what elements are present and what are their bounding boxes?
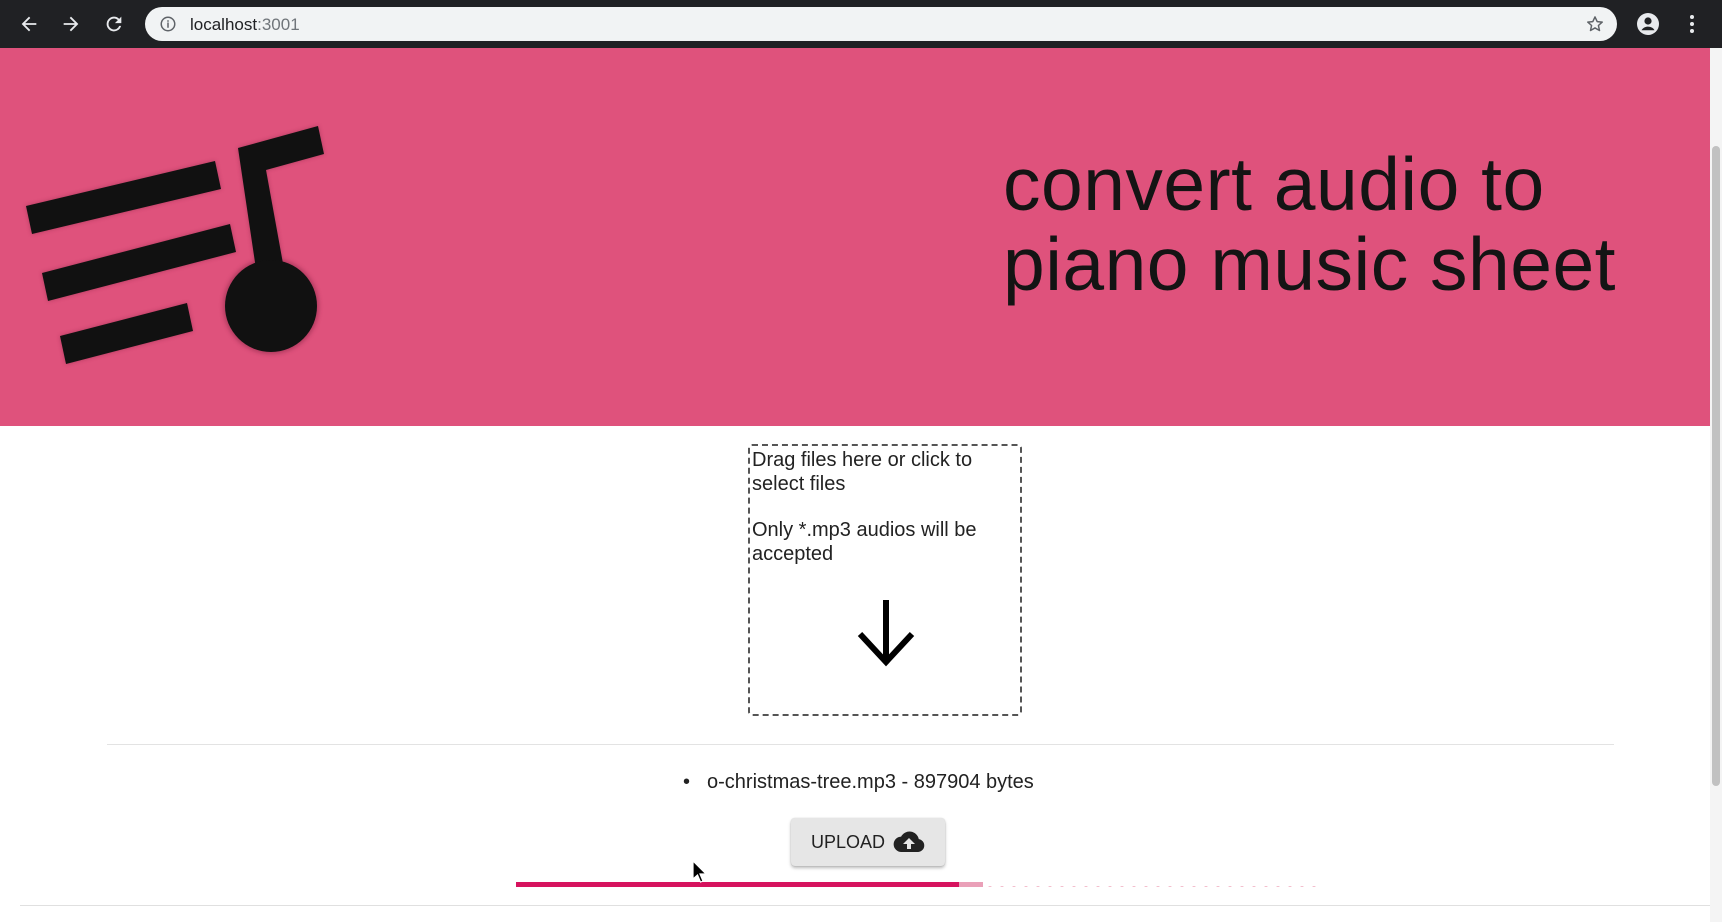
bullet: •	[683, 771, 691, 793]
dropzone-instruction: Drag files here or click to select files	[752, 449, 973, 495]
title-line-2: piano music sheet	[1003, 222, 1617, 306]
account-icon[interactable]	[1636, 12, 1660, 36]
list-item: • o-christmas-tree.mp3 - 897904 bytes	[683, 771, 1034, 794]
hero-banner: convert audio to piano music sheet	[0, 48, 1710, 426]
address-bar[interactable]: localhost:3001	[145, 7, 1617, 41]
arrow-left-icon	[21, 16, 37, 32]
progress-buffer	[959, 882, 984, 887]
arrow-right-icon	[63, 16, 79, 32]
progress-fill	[516, 882, 960, 887]
title-line-1: convert audio to	[1003, 142, 1545, 226]
scrollbar-thumb[interactable]	[1712, 146, 1720, 786]
upload-button[interactable]: UPLOAD	[791, 818, 945, 866]
file-list: • o-christmas-tree.mp3 - 897904 bytes	[683, 771, 1034, 794]
file-label: o-christmas-tree.mp3 - 897904 bytes	[707, 771, 1034, 793]
url-text: localhost:3001	[190, 15, 300, 35]
dropzone-accept-note: Only *.mp3 audios will be accepted	[752, 519, 977, 565]
divider	[107, 744, 1614, 745]
reload-icon	[106, 16, 122, 32]
page-title: convert audio to piano music sheet	[1003, 144, 1703, 304]
more-vert-icon[interactable]	[1680, 12, 1704, 36]
forward-button[interactable]	[57, 10, 85, 38]
browser-toolbar: localhost:3001	[0, 0, 1722, 48]
star-icon[interactable]	[1585, 14, 1605, 34]
url-port: :3001	[257, 15, 300, 34]
info-icon[interactable]	[159, 15, 177, 33]
upload-button-label: UPLOAD	[810, 831, 886, 852]
bottom-divider	[20, 905, 1710, 906]
mouse-cursor-icon	[692, 860, 708, 883]
music-sheet-logo-icon	[26, 126, 324, 364]
file-dropzone[interactable]: Drag files here or click to select files…	[748, 444, 1022, 716]
arrow-down-icon	[857, 600, 915, 667]
reload-button[interactable]	[100, 10, 128, 38]
url-host: localhost	[190, 15, 258, 34]
upload-progress-bar	[516, 882, 1322, 888]
back-button[interactable]	[15, 10, 43, 38]
page-scrollbar[interactable]	[1710, 48, 1722, 922]
cloud-upload-icon	[893, 831, 925, 853]
